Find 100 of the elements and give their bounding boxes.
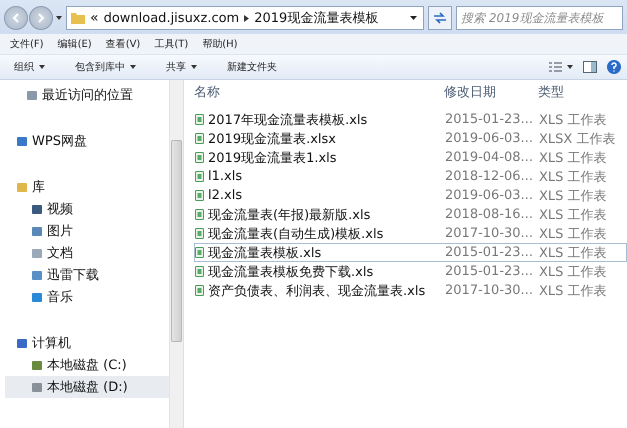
file-row[interactable]: 2017年现金流量表模板.xls 2015-01-23... XLS 工作表	[194, 110, 627, 129]
spreadsheet-file-icon	[195, 285, 204, 296]
search-field[interactable]: 搜索 2019现金流量表模板	[456, 6, 623, 30]
file-name: 资产负债表、利润表、现金流量表.xls	[208, 282, 426, 300]
sidebar-item[interactable]: 文档	[5, 242, 169, 264]
menu-item[interactable]: 查看(V)	[106, 37, 140, 51]
type-cell-text: XLSX 工作表	[539, 130, 616, 148]
menu-item[interactable]: 工具(T)	[154, 37, 188, 51]
view-options-icon[interactable]	[549, 62, 573, 72]
spreadsheet-file-icon	[195, 247, 204, 258]
date-cell-text: 2019-06-03...	[445, 131, 534, 146]
folder-icon	[71, 12, 85, 24]
file-name: 2019现金流量表.xlsx	[208, 130, 336, 148]
caret-icon	[130, 65, 136, 69]
file-name: 2019现金流量表1.xls	[208, 150, 337, 166]
file-row[interactable]: 现金流量表(年报)最新版.xls 2018-08-16... XLS 工作表	[194, 205, 627, 224]
spreadsheet-file-icon	[195, 171, 204, 182]
location-icon	[17, 182, 27, 192]
location-icon	[27, 90, 37, 100]
type-cell-text: XLS 工作表	[539, 206, 608, 224]
date-cell-text: 2018-08-16...	[445, 207, 534, 222]
sidebar-item[interactable]: 本地磁盘 (D:)	[5, 376, 169, 398]
menu-item[interactable]: 文件(F)	[10, 37, 44, 51]
file-name: l2.xls	[208, 188, 242, 203]
file-row[interactable]: 2019现金流量表1.xls 2019-04-08... XLS 工作表	[194, 148, 627, 167]
spreadsheet-file-icon	[195, 190, 204, 201]
file-name: 现金流量表模板免费下载.xls	[208, 264, 374, 280]
file-name: 现金流量表(年报)最新版.xls	[208, 206, 370, 224]
sidebar-item[interactable]: 最近访问的位置	[0, 84, 169, 106]
help-icon[interactable]	[607, 60, 621, 74]
date-cell-text: 2017-10-30...	[445, 283, 534, 298]
spreadsheet-file-icon	[195, 152, 204, 163]
breadcrumb-separator-icon[interactable]	[244, 14, 250, 22]
refresh-button[interactable]	[428, 6, 452, 30]
type-cell-text: XLS 工作表	[539, 244, 608, 262]
file-row[interactable]: 资产负债表、利润表、现金流量表.xls 2017-10-30... XLS 工作表	[194, 281, 627, 300]
spreadsheet-file-icon	[195, 133, 204, 144]
dropdown-caret-icon[interactable]	[410, 16, 417, 20]
date-cell-text: 2015-01-23...	[445, 264, 534, 279]
type-cell-text: XLS 工作表	[539, 188, 608, 204]
back-button[interactable]	[4, 6, 28, 30]
sidebar-item[interactable]: 本地磁盘 (C:)	[5, 354, 169, 376]
toolbar-button[interactable]: 包含到库中	[71, 58, 140, 76]
date-cell-text: 2015-01-23...	[445, 245, 534, 260]
location-icon	[32, 292, 42, 302]
address-bar[interactable]: « download.jisuxz.com 2019现金流量表模板	[66, 6, 424, 30]
type-cell-text: XLS 工作表	[539, 226, 608, 242]
preview-pane-icon[interactable]	[583, 61, 597, 73]
file-row[interactable]: 现金流量表(自动生成)模板.xls 2017-10-30... XLS 工作表	[194, 224, 627, 243]
location-icon	[32, 360, 42, 370]
sidebar-item[interactable]: 库	[0, 176, 169, 198]
sidebar-item[interactable]: 视频	[5, 198, 169, 220]
location-icon	[17, 338, 27, 348]
column-header[interactable]: 修改日期	[444, 83, 538, 101]
location-icon	[32, 248, 42, 258]
caret-icon	[191, 65, 197, 69]
menu-item[interactable]: 编辑(E)	[58, 37, 92, 51]
date-cell-text: 2018-12-06...	[445, 169, 534, 184]
sidebar-item[interactable]: 计算机	[0, 332, 169, 354]
spreadsheet-file-icon	[195, 266, 204, 277]
date-cell-text: 2019-04-08...	[445, 150, 534, 165]
type-cell-text: XLS 工作表	[539, 168, 608, 186]
spreadsheet-file-icon	[195, 209, 204, 220]
toolbar-button[interactable]: 组织	[10, 58, 49, 76]
file-row[interactable]: 现金流量表模板.xls 2015-01-23... XLS 工作表	[194, 243, 627, 262]
column-header[interactable]: 类型	[538, 83, 627, 101]
date-cell-text: 2019-06-03...	[445, 188, 534, 203]
location-icon	[32, 382, 42, 392]
caret-icon[interactable]	[56, 16, 62, 20]
type-cell-text: XLS 工作表	[539, 112, 608, 128]
file-row[interactable]: l2.xls 2019-06-03... XLS 工作表	[194, 186, 627, 205]
file-row[interactable]: 现金流量表模板免费下载.xls 2015-01-23... XLS 工作表	[194, 262, 627, 281]
sidebar-item[interactable]: 图片	[5, 220, 169, 242]
toolbar-button[interactable]: 共享	[162, 58, 201, 76]
date-cell-text: 2015-01-23...	[445, 112, 534, 127]
type-cell-text: XLS 工作表	[539, 150, 608, 166]
menu-item[interactable]: 帮助(H)	[202, 37, 238, 51]
refresh-icon	[433, 12, 447, 24]
breadcrumb[interactable]: download.jisuxz.com	[104, 10, 240, 26]
location-icon	[17, 136, 27, 146]
caret-icon	[39, 65, 45, 69]
overflow-chevron[interactable]: «	[90, 10, 99, 26]
spreadsheet-file-icon	[195, 114, 204, 125]
file-name: 2017年现金流量表模板.xls	[208, 112, 368, 128]
location-icon	[32, 270, 42, 280]
location-icon	[32, 226, 42, 236]
file-name: 现金流量表模板.xls	[208, 244, 322, 262]
toolbar-button[interactable]: 新建文件夹	[223, 58, 281, 76]
breadcrumb[interactable]: 2019现金流量表模板	[254, 9, 378, 27]
file-name: 现金流量表(自动生成)模板.xls	[208, 226, 384, 242]
date-cell-text: 2017-10-30...	[445, 226, 534, 241]
scrollbar[interactable]	[169, 80, 183, 428]
file-row[interactable]: 2019现金流量表.xlsx 2019-06-03... XLSX 工作表	[194, 129, 627, 148]
sidebar-item[interactable]: 迅雷下载	[5, 264, 169, 286]
file-name: l1.xls	[208, 169, 242, 184]
sidebar-item[interactable]: WPS网盘	[0, 130, 169, 152]
location-icon	[32, 204, 42, 214]
file-row[interactable]: l1.xls 2018-12-06... XLS 工作表	[194, 167, 627, 186]
sidebar-item[interactable]: 音乐	[5, 286, 169, 308]
column-header[interactable]: 名称	[194, 83, 444, 101]
